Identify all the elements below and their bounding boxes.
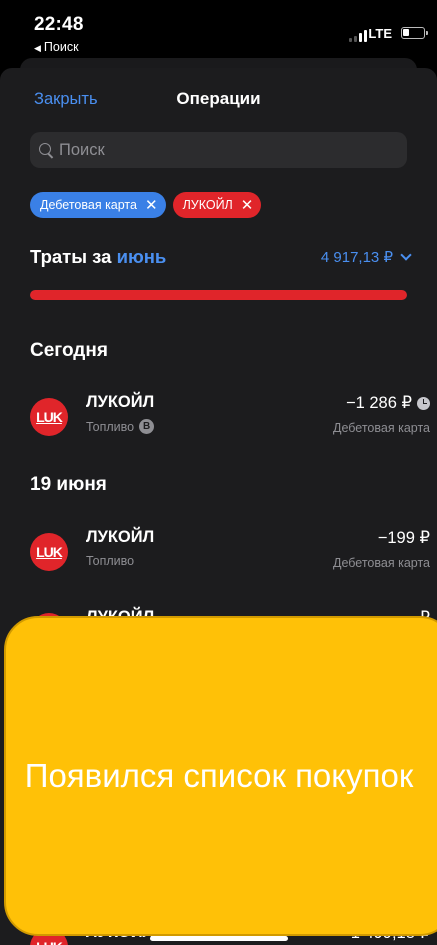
spending-progress-bar	[30, 290, 407, 300]
transaction-row[interactable]: LUK ЛУКОЙЛ Топливо −199 ₽ Дебетовая карт…	[30, 528, 430, 580]
status-time: 22:48	[34, 14, 84, 35]
lukoil-logo-icon: LUK	[30, 533, 68, 571]
transaction-row[interactable]: LUK ЛУКОЙЛ Топливо B −1 286 ₽ Дебетовая к…	[30, 393, 430, 445]
logo-text: LUK	[36, 409, 63, 425]
filter-chip-card[interactable]: Дебетовая карта ✕	[30, 192, 166, 218]
spending-month[interactable]: июнь	[117, 246, 167, 267]
home-indicator[interactable]	[150, 936, 288, 941]
spending-header[interactable]: Траты за июнь 4 917,13 ₽	[30, 246, 412, 272]
card-name: Дебетовая карта	[333, 556, 430, 570]
network-type: LTE	[368, 26, 392, 41]
back-triangle-icon: ◀	[34, 43, 41, 53]
battery-icon	[401, 27, 428, 39]
logo-text: LUK	[36, 939, 63, 945]
clock-icon	[417, 396, 430, 410]
card-name: Дебетовая карта	[333, 421, 430, 435]
category-label: Топливо	[86, 554, 135, 568]
status-bar: 22:48 ◀ Поиск LTE	[0, 0, 437, 64]
spending-progress-fill	[30, 290, 407, 300]
logo-text: LUK	[36, 544, 63, 560]
bonus-badge-icon: B	[139, 419, 155, 434]
filter-chips: Дебетовая карта ✕ ЛУКОЙЛ ✕	[30, 192, 262, 218]
category-label: Топливо	[86, 419, 135, 434]
lukoil-logo-icon: LUK	[30, 398, 68, 436]
category: Топливо B	[86, 419, 155, 434]
annotation-overlay: Появился список покупок	[4, 616, 437, 936]
spending-total-value: 4 917,13 ₽	[320, 249, 393, 266]
filter-chip-label: ЛУКОЙЛ	[182, 198, 233, 212]
filter-chip-merchant[interactable]: ЛУКОЙЛ ✕	[172, 192, 262, 218]
remove-filter-icon[interactable]: ✕	[145, 198, 158, 213]
search-icon	[39, 142, 54, 158]
chevron-down-icon	[400, 248, 412, 261]
nav-bar: Закрыть Операции	[0, 68, 437, 132]
category: Топливо	[86, 554, 134, 568]
merchant-name: ЛУКОЙЛ	[86, 393, 155, 411]
spending-title-prefix: Траты за	[30, 246, 117, 267]
amount: −1 286 ₽	[346, 393, 430, 413]
amount: −199 ₽	[378, 528, 430, 548]
spending-total[interactable]: 4 917,13 ₽	[320, 248, 412, 266]
search-placeholder: Поиск	[59, 140, 105, 159]
annotation-text: Появился список покупок	[24, 756, 414, 794]
amount-value: −1 286 ₽	[345, 394, 412, 412]
section-title-today: Сегодня	[30, 340, 108, 361]
section-title-date: 19 июня	[30, 474, 107, 495]
merchant-name: ЛУКОЙЛ	[86, 528, 155, 546]
filter-chip-label: Дебетовая карта	[40, 198, 137, 212]
spending-title: Траты за июнь	[30, 246, 166, 268]
back-to-app-link[interactable]: ◀ Поиск	[34, 40, 79, 54]
back-app-label: Поиск	[43, 40, 79, 54]
amount-value: −199 ₽	[377, 529, 430, 547]
page-title: Операции	[176, 89, 261, 108]
signal-icon	[349, 30, 367, 42]
search-input[interactable]: Поиск	[30, 132, 407, 168]
remove-filter-icon[interactable]: ✕	[241, 198, 254, 213]
